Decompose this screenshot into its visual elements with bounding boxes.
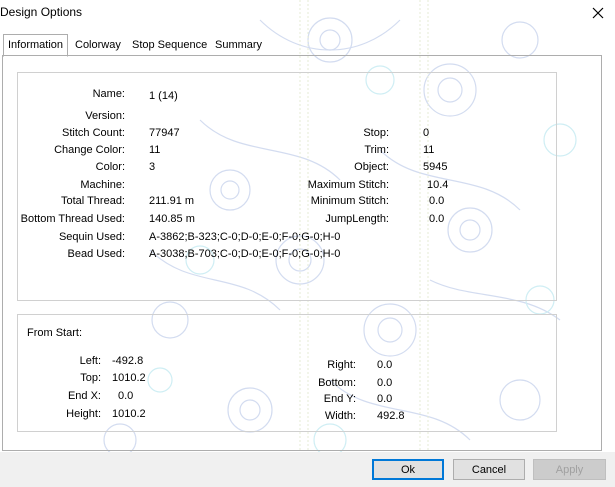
end-y-label: End Y: [323,393,356,405]
top-value: 1010.2 [112,372,146,384]
bottom-label: Bottom: [318,377,356,389]
stop-label: Stop: [363,127,389,139]
color-label: Color: [95,161,125,173]
minimum-stitch-label: Minimum Stitch: [310,195,389,207]
tab-panel-information: Name: 1 (14) Version: Stitch Count: 7794… [2,55,602,451]
bead-used-value: A-3038;B-703;C-0;D-0;E-0;F-0;G-0;H-0 [149,248,341,260]
sequin-used-value: A-3862;B-323;C-0;D-0;E-0;F-0;G-0;H-0 [149,231,341,243]
tab-summary[interactable]: Summary [211,37,266,54]
tab-colorway[interactable]: Colorway [71,37,125,54]
from-start-heading: From Start: [27,327,83,339]
version-label: Version: [85,110,125,122]
tab-bar: Information Colorway Stop Sequence Summa… [0,34,615,57]
top-label: Top: [80,372,101,384]
object-label: Object: [354,161,389,173]
trim-value: 11 [423,144,435,156]
bottom-thread-label: Bottom Thread Used: [20,213,125,225]
right-label: Right: [327,359,356,371]
dialog-footer: Ok Cancel Apply [0,452,615,487]
bead-used-label: Bead Used: [67,248,125,260]
object-value: 5945 [423,161,448,173]
jump-length-label: JumpLength: [325,213,389,225]
right-value: 0.0 [377,359,393,371]
color-value: 3 [149,161,156,173]
maximum-stitch-value: 10.4 [427,179,449,191]
name-label: Name: [92,88,125,100]
ok-button[interactable]: Ok [372,459,444,480]
window-title: Design Options [0,5,83,19]
end-y-value: 0.0 [377,393,393,405]
width-value: 492.8 [377,410,405,422]
close-icon [592,7,604,19]
bottom-value: 0.0 [377,377,393,389]
machine-label: Machine: [80,179,125,191]
apply-button[interactable]: Apply [533,459,606,480]
change-color-value: 11 [149,144,161,156]
maximum-stitch-label: Maximum Stitch: [307,179,389,191]
stitch-count-label: Stitch Count: [62,127,125,139]
stop-value: 0 [423,127,430,139]
height-label: Height: [66,408,101,420]
stitch-count-value: 77947 [149,127,180,139]
design-info-group: Name: 1 (14) Version: Stitch Count: 7794… [17,72,557,301]
tab-information[interactable]: Information [3,34,69,57]
width-label: Width: [324,410,356,422]
total-thread-label: Total Thread: [60,195,125,207]
jump-length-value: 0.0 [429,213,445,225]
left-value: -492.8 [112,355,144,367]
change-color-label: Change Color: [54,144,125,156]
total-thread-value: 211.91 m [149,195,195,207]
cancel-button[interactable]: Cancel [453,459,525,480]
close-button[interactable] [581,0,615,26]
end-x-label: End X: [67,390,101,402]
minimum-stitch-value: 0.0 [429,195,445,207]
left-label: Left: [79,355,101,367]
height-value: 1010.2 [112,408,146,420]
sequin-used-label: Sequin Used: [58,231,125,243]
title-bar: Design Options [0,0,615,26]
trim-label: Trim: [364,144,389,156]
name-value: 1 (14) [149,90,178,102]
end-x-value: 0.0 [118,390,134,402]
bottom-thread-value: 140.85 m [149,213,195,225]
tab-stop-sequence[interactable]: Stop Sequence [128,37,211,54]
from-start-group: From Start: Left: -492.8 Top: 1010.2 End… [17,314,557,432]
